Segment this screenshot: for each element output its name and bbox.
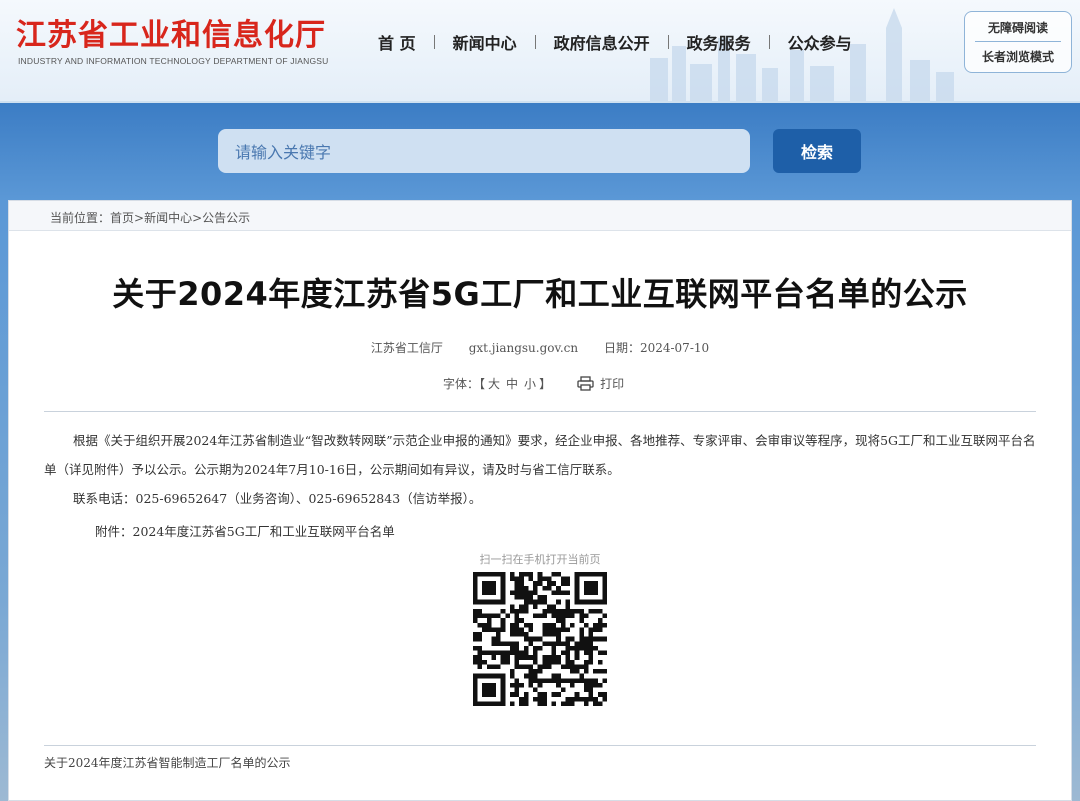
printer-icon <box>577 376 594 391</box>
print-label: 打印 <box>600 377 625 391</box>
qr-caption: 扫一扫在手机打开当前页 <box>479 553 601 566</box>
breadcrumb-separator: > <box>134 211 145 225</box>
article-site: gxt.jiangsu.gov.cn <box>468 341 579 355</box>
font-size-label: 字体：【 <box>443 377 486 391</box>
article-source: 江苏省工信厅 <box>370 341 443 355</box>
breadcrumb-prefix: 当前位置： <box>50 211 111 225</box>
content-divider-bottom <box>44 745 1036 746</box>
main-nav: 首 页 新闻中心 政府信息公开 政务服务 公众参与 <box>360 30 870 54</box>
nav-news-center[interactable]: 新闻中心 <box>435 30 535 54</box>
article-date: 日期：2024-07-10 <box>603 341 710 355</box>
nav-government-info[interactable]: 政府信息公开 <box>536 30 668 54</box>
font-size-small-button[interactable]: 小 <box>524 375 536 392</box>
accessibility-divider <box>975 41 1061 42</box>
article-body: 根据《关于组织开展2024年江苏省制造业“智改数转网联”示范企业申报的通知》要求… <box>44 426 1036 513</box>
search-input[interactable]: 请输入关键字 <box>218 129 750 173</box>
breadcrumb-announcements[interactable]: 公告公示 <box>202 211 250 225</box>
nav-public-participation[interactable]: 公众参与 <box>770 30 870 54</box>
barrier-free-button[interactable]: 无障碍阅读 <box>965 19 1071 36</box>
content-divider-top <box>44 411 1036 412</box>
article-meta: 江苏省工信厅 gxt.jiangsu.gov.cn 日期：2024-07-10 <box>9 339 1071 356</box>
breadcrumb: 当前位置：首页>新闻中心>公告公示 <box>50 209 250 226</box>
article-card: 当前位置：首页>新闻中心>公告公示 关于2024年度江苏省5G工厂和工业互联网平… <box>8 200 1072 801</box>
breadcrumb-home[interactable]: 首页 <box>110 211 134 225</box>
breadcrumb-separator: > <box>192 211 203 225</box>
print-button[interactable]: 打印 <box>577 375 624 392</box>
site-logo-title[interactable]: 江苏省工业和信息化厅 <box>16 10 326 54</box>
article-contact-paragraph: 联系电话：025-69652647（业务咨询）、025-69652843（信访举… <box>73 491 482 506</box>
site-logo-subtitle: INDUSTRY AND INFORMATION TECHNOLOGY DEPA… <box>18 56 329 66</box>
font-size-controls: 字体：【 大 中 小 】 打印 <box>443 375 624 392</box>
qr-code <box>473 572 607 706</box>
font-size-close-bracket: 】 <box>539 377 552 391</box>
article-paragraph: 根据《关于组织开展2024年江苏省制造业“智改数转网联”示范企业申报的通知》要求… <box>44 433 1036 477</box>
site-header: 江苏省工业和信息化厅 INDUSTRY AND INFORMATION TECH… <box>0 0 1080 103</box>
search-bar: 请输入关键字 检索 <box>0 105 1080 200</box>
search-button[interactable]: 检索 <box>773 129 861 173</box>
font-size-medium-button[interactable]: 中 <box>506 375 518 392</box>
breadcrumb-news-center[interactable]: 新闻中心 <box>144 211 192 225</box>
related-article-link[interactable]: 关于2024年度江苏省智能制造工厂名单的公示 <box>44 754 291 771</box>
breadcrumb-bar: 当前位置：首页>新闻中心>公告公示 <box>9 201 1071 231</box>
elder-mode-button[interactable]: 长者浏览模式 <box>965 48 1071 65</box>
city-skyline-decoration <box>650 8 954 101</box>
accessibility-panel: 无障碍阅读 长者浏览模式 <box>964 11 1072 73</box>
font-size-large-button[interactable]: 大 <box>488 375 500 392</box>
nav-home[interactable]: 首 页 <box>360 30 434 54</box>
nav-government-services[interactable]: 政务服务 <box>669 30 769 54</box>
article-title: 关于2024年度江苏省5G工厂和工业互联网平台名单的公示 <box>112 275 968 313</box>
attachment-link[interactable]: 附件：2024年度江苏省5G工厂和工业互联网平台名单 <box>95 521 395 540</box>
